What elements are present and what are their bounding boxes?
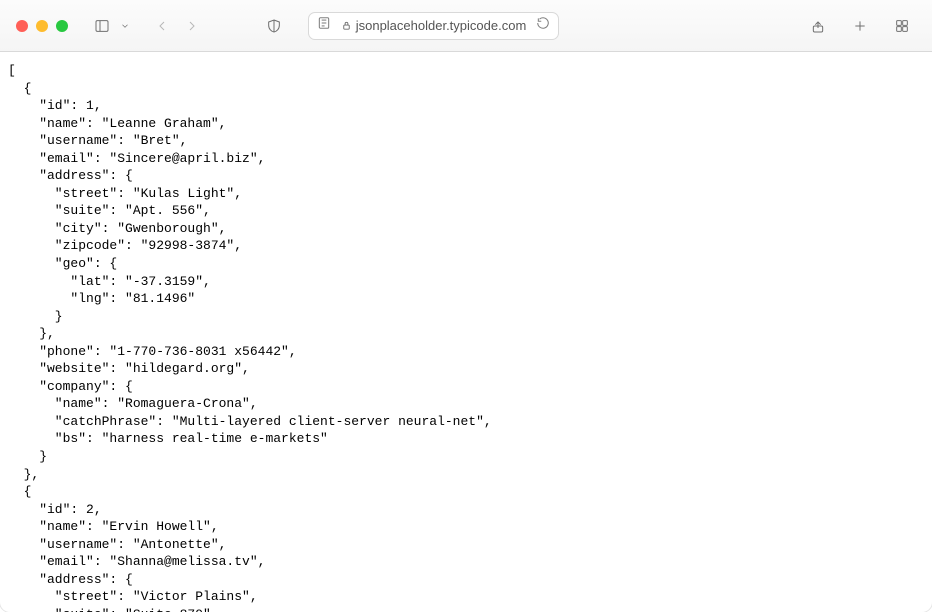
toolbar-right bbox=[804, 13, 916, 39]
url-text: jsonplaceholder.typicode.com bbox=[356, 18, 527, 33]
browser-toolbar: jsonplaceholder.typicode.com bbox=[0, 0, 932, 52]
reload-icon[interactable] bbox=[536, 16, 550, 35]
maximize-button[interactable] bbox=[56, 20, 68, 32]
sidebar-icon[interactable] bbox=[88, 13, 116, 39]
minimize-button[interactable] bbox=[36, 20, 48, 32]
back-button[interactable] bbox=[148, 13, 176, 39]
lock-icon bbox=[341, 20, 352, 31]
window-controls bbox=[16, 20, 68, 32]
tabs-overview-icon[interactable] bbox=[888, 13, 916, 39]
page-content: [ { "id": 1, "name": "Leanne Graham", "u… bbox=[0, 52, 932, 612]
navigation-arrows bbox=[148, 13, 206, 39]
url-display: jsonplaceholder.typicode.com bbox=[341, 18, 527, 33]
reader-icon[interactable] bbox=[317, 16, 331, 35]
forward-button[interactable] bbox=[178, 13, 206, 39]
share-icon[interactable] bbox=[804, 13, 832, 39]
shield-icon[interactable] bbox=[260, 13, 288, 39]
new-tab-icon[interactable] bbox=[846, 13, 874, 39]
chevron-down-icon[interactable] bbox=[118, 13, 132, 39]
address-bar[interactable]: jsonplaceholder.typicode.com bbox=[308, 12, 559, 40]
sidebar-toggle-group bbox=[88, 13, 132, 39]
close-button[interactable] bbox=[16, 20, 28, 32]
json-output[interactable]: [ { "id": 1, "name": "Leanne Graham", "u… bbox=[8, 62, 924, 612]
